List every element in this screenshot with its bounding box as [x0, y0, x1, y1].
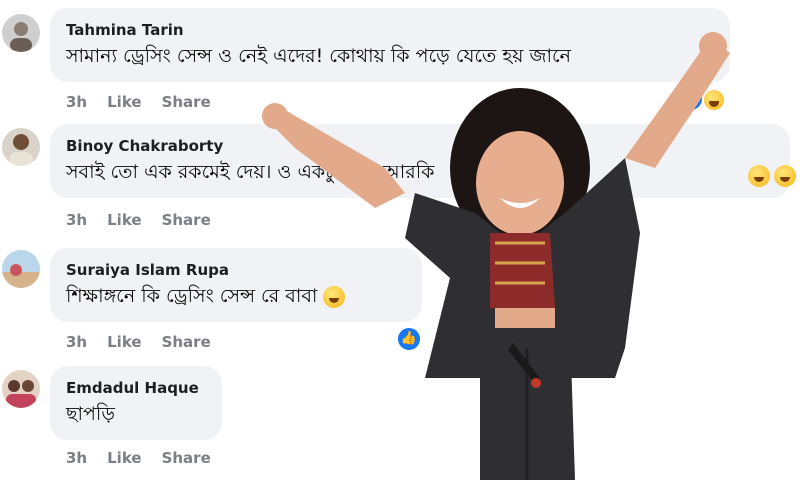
like-reaction-icon[interactable]: 👍	[396, 326, 422, 352]
share-button[interactable]: Share	[162, 211, 211, 229]
share-button[interactable]: Share	[162, 449, 211, 467]
comment-bubble: Tahmina Tarin সামান্য ড্রেসিং সেন্স ও নে…	[50, 8, 730, 82]
avatar[interactable]	[2, 14, 40, 52]
comment-actions: 3h Like Share	[66, 211, 211, 229]
comment-text: শিক্ষাঙ্গনে কি ড্রেসিং সেন্স রে বাবা	[66, 282, 406, 310]
comment-author[interactable]: Suraiya Islam Rupa	[66, 260, 406, 280]
comment-time[interactable]: 3h	[66, 333, 87, 351]
comment-author[interactable]: Tahmina Tarin	[66, 20, 714, 40]
like-button[interactable]: Like	[107, 333, 141, 351]
comment-text: সবাই তো এক রকমেই দেয়। ও একটু অ… আরকি	[66, 161, 435, 183]
share-button[interactable]: Share	[162, 93, 211, 111]
comment-text: ছাপড়ি	[66, 403, 115, 425]
comment-bubble: Emdadul Haque ছাপড়ি	[50, 366, 222, 440]
laugh-emoji-icon	[748, 165, 770, 187]
comment-text: সামান্য ড্রেসিং সেন্স ও নেই এদের! কোথায়…	[66, 45, 572, 67]
like-reaction-icon[interactable]: 👍	[678, 86, 704, 112]
comment-actions: 3h Like Share	[66, 93, 211, 111]
comment-text-content: শিক্ষাঙ্গনে কি ড্রেসিং সেন্স রে বাবা	[66, 285, 318, 307]
laugh-emoji-icon	[774, 165, 796, 187]
avatar[interactable]	[2, 128, 40, 166]
avatar[interactable]	[2, 250, 40, 288]
like-button[interactable]: Like	[107, 211, 141, 229]
share-button[interactable]: Share	[162, 333, 211, 351]
comment-actions: 3h Like Share	[66, 449, 211, 467]
like-button[interactable]: Like	[107, 449, 141, 467]
comment-time[interactable]: 3h	[66, 93, 87, 111]
comment-actions: 3h Like Share	[66, 333, 211, 351]
comment-author[interactable]: Binoy Chakraborty	[66, 136, 774, 156]
comment-bubble: Binoy Chakraborty সবাই তো এক রকমেই দেয়।…	[50, 124, 790, 198]
comment-time[interactable]: 3h	[66, 449, 87, 467]
avatar[interactable]	[2, 370, 40, 408]
comment-bubble: Suraiya Islam Rupa শিক্ষাঙ্গনে কি ড্রেসি…	[50, 248, 422, 322]
comment-author[interactable]: Emdadul Haque	[66, 378, 206, 398]
like-button[interactable]: Like	[107, 93, 141, 111]
haha-reaction-icon[interactable]	[702, 88, 726, 112]
comment-time[interactable]: 3h	[66, 211, 87, 229]
laugh-emoji-icon	[323, 285, 346, 308]
